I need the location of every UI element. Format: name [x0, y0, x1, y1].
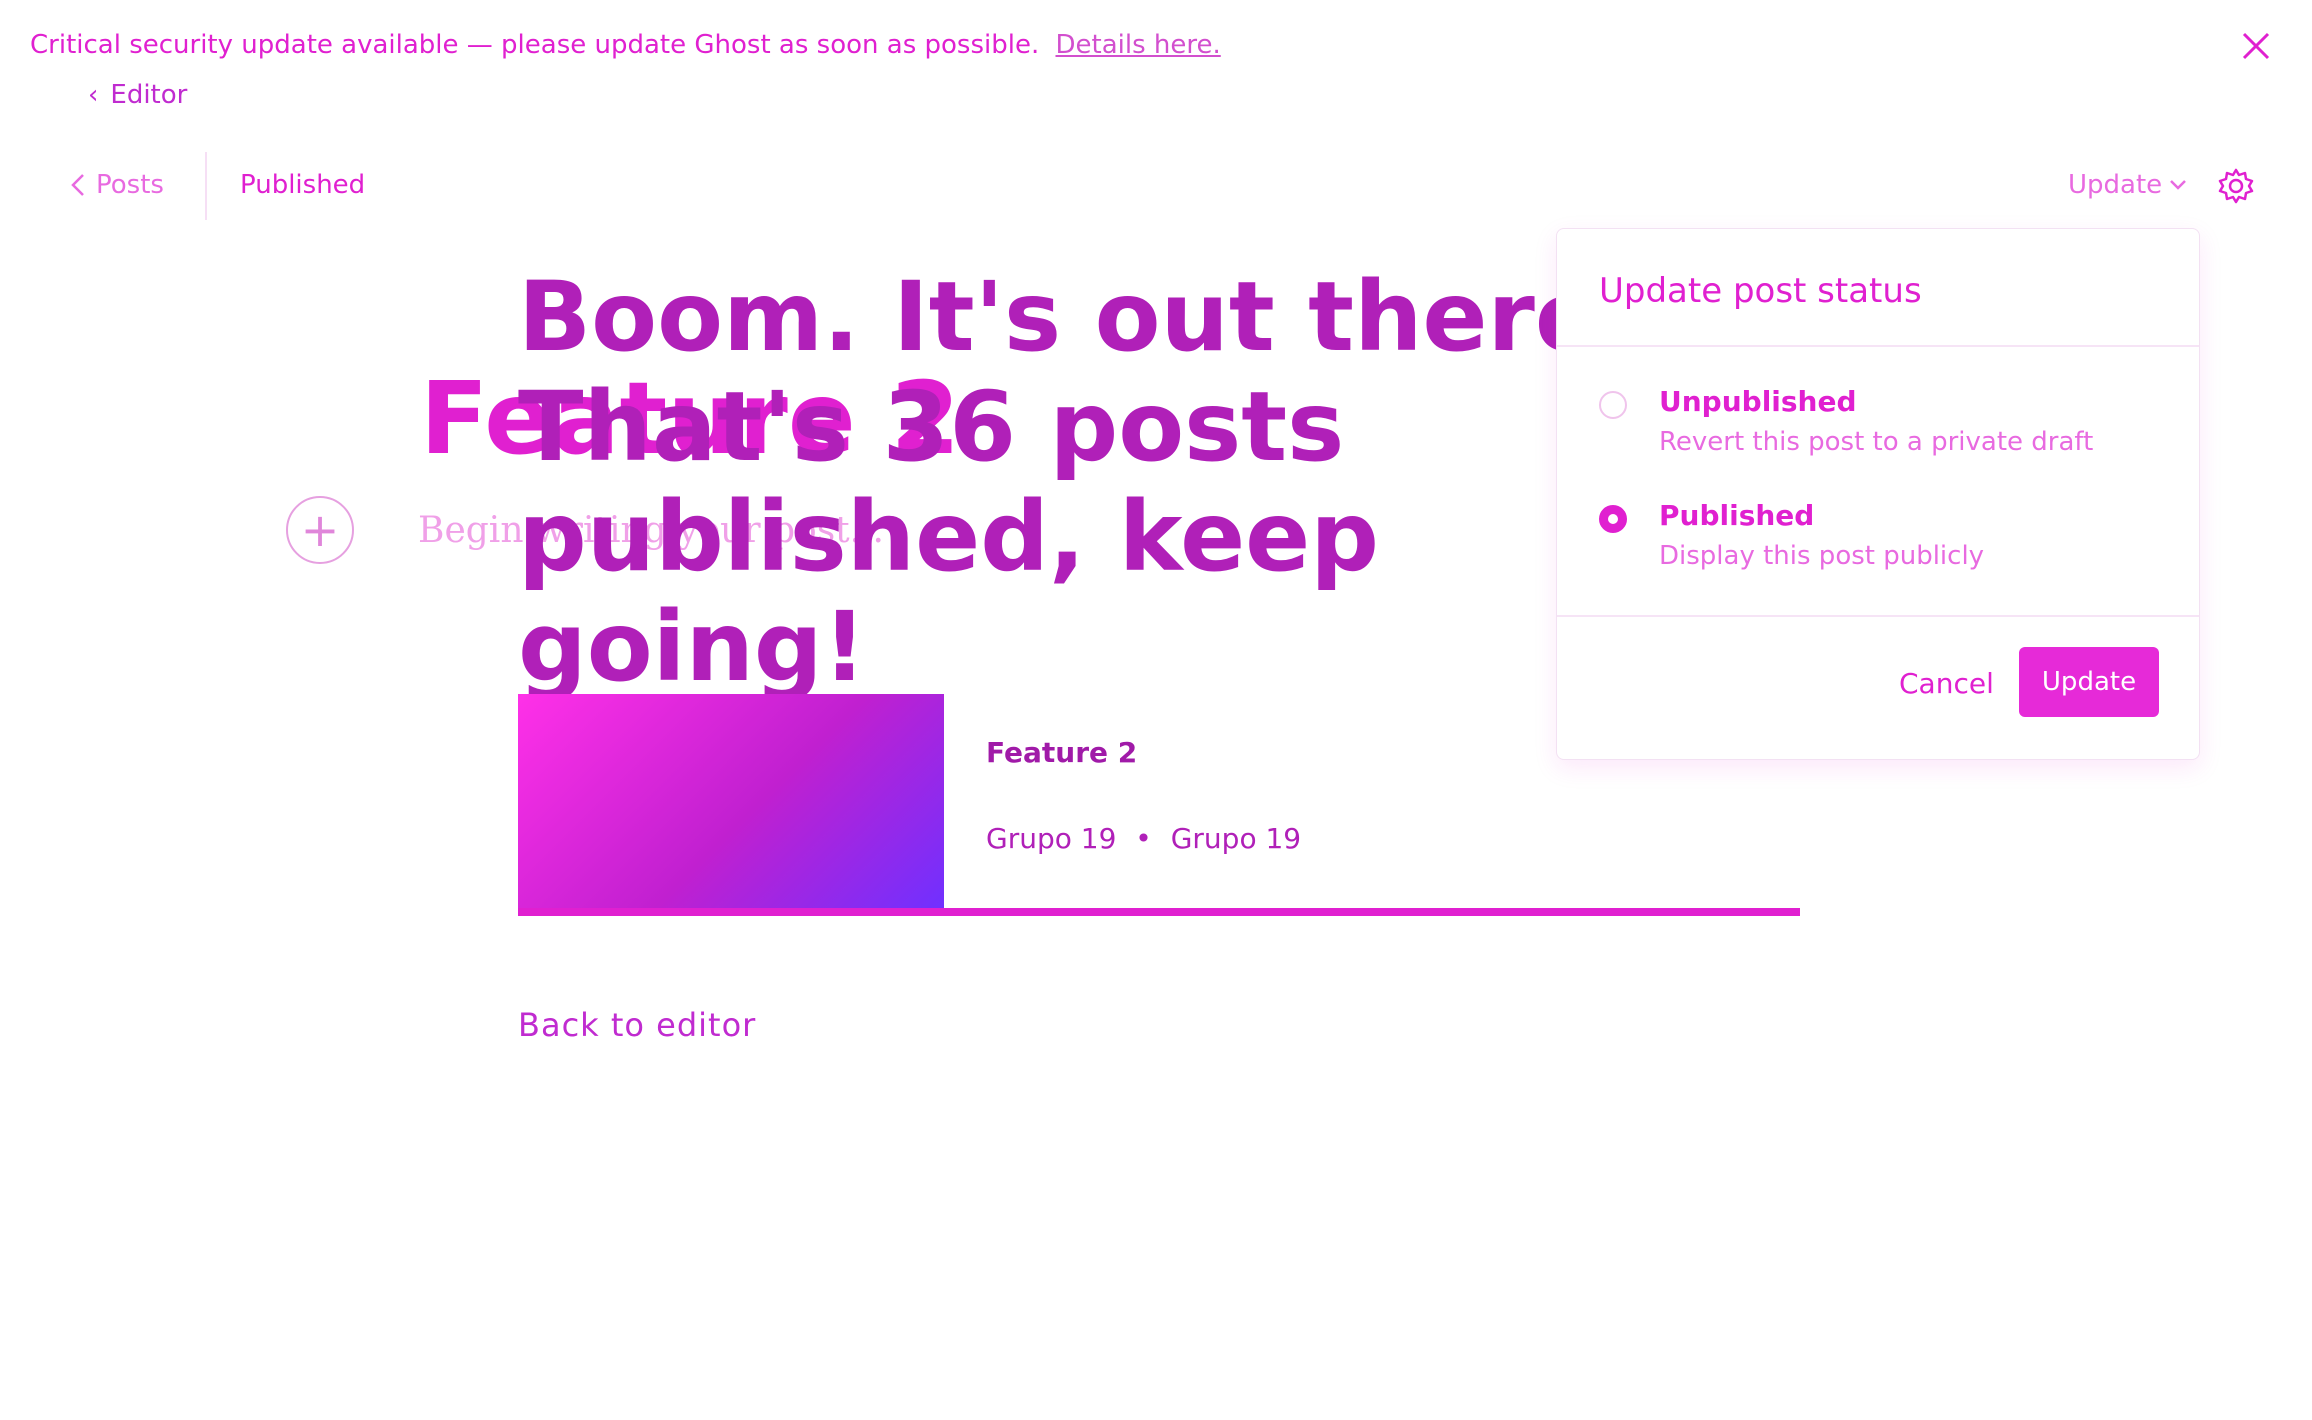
- cancel-button[interactable]: Cancel: [1899, 667, 1994, 700]
- card-author: Grupo 19: [986, 822, 1117, 855]
- header-divider: [205, 152, 207, 220]
- option-label: Published: [1659, 499, 1815, 532]
- update-button[interactable]: Update: [2019, 647, 2159, 717]
- chevron-down-icon: [2170, 180, 2187, 190]
- banner-message-row: Critical security update available — ple…: [30, 30, 1221, 60]
- popover-divider: [1557, 615, 2199, 617]
- update-toggle-label: Update: [2068, 170, 2163, 200]
- popover-divider: [1557, 345, 2199, 347]
- option-description: Revert this post to a private draft: [1659, 427, 2094, 457]
- posts-back-link[interactable]: Posts: [70, 170, 164, 200]
- card-post-title: Feature 2: [986, 736, 1138, 769]
- add-card-button[interactable]: +: [286, 496, 354, 564]
- update-status-popover: Update post status Unpublished Revert th…: [1556, 228, 2200, 760]
- banner-details-link[interactable]: Details here.: [1055, 30, 1220, 60]
- security-banner: Critical security update available — ple…: [0, 0, 2312, 96]
- card-meta-separator: •: [1135, 822, 1152, 855]
- back-to-editor-link[interactable]: Back to editor: [518, 1006, 756, 1044]
- publish-celebration-headline: Boom. It's out there. That's 36 posts pu…: [518, 261, 1637, 703]
- plus-icon: +: [300, 503, 340, 557]
- card-publisher: Grupo 19: [1170, 822, 1302, 855]
- close-icon[interactable]: [2236, 26, 2276, 66]
- chevron-left-icon: ‹: [88, 80, 99, 110]
- post-status-label: Published: [240, 170, 366, 200]
- editor-breadcrumb-label: Editor: [110, 80, 188, 110]
- post-feature-image: [518, 694, 944, 908]
- option-description: Display this post publicly: [1659, 541, 1985, 571]
- banner-message: Critical security update available — ple…: [30, 30, 1040, 60]
- popover-title: Update post status: [1599, 271, 1922, 311]
- editor-breadcrumb[interactable]: ‹ Editor: [88, 80, 187, 110]
- update-menu-toggle[interactable]: Update: [2068, 170, 2188, 200]
- radio-published[interactable]: [1599, 505, 1627, 533]
- posts-link-label: Posts: [96, 170, 164, 200]
- card-post-meta: Grupo 19 • Grupo 19: [986, 822, 1301, 855]
- gear-icon[interactable]: [2216, 166, 2256, 206]
- chevron-left-icon: [71, 174, 84, 196]
- option-label: Unpublished: [1659, 385, 1857, 418]
- radio-unpublished[interactable]: [1599, 391, 1627, 419]
